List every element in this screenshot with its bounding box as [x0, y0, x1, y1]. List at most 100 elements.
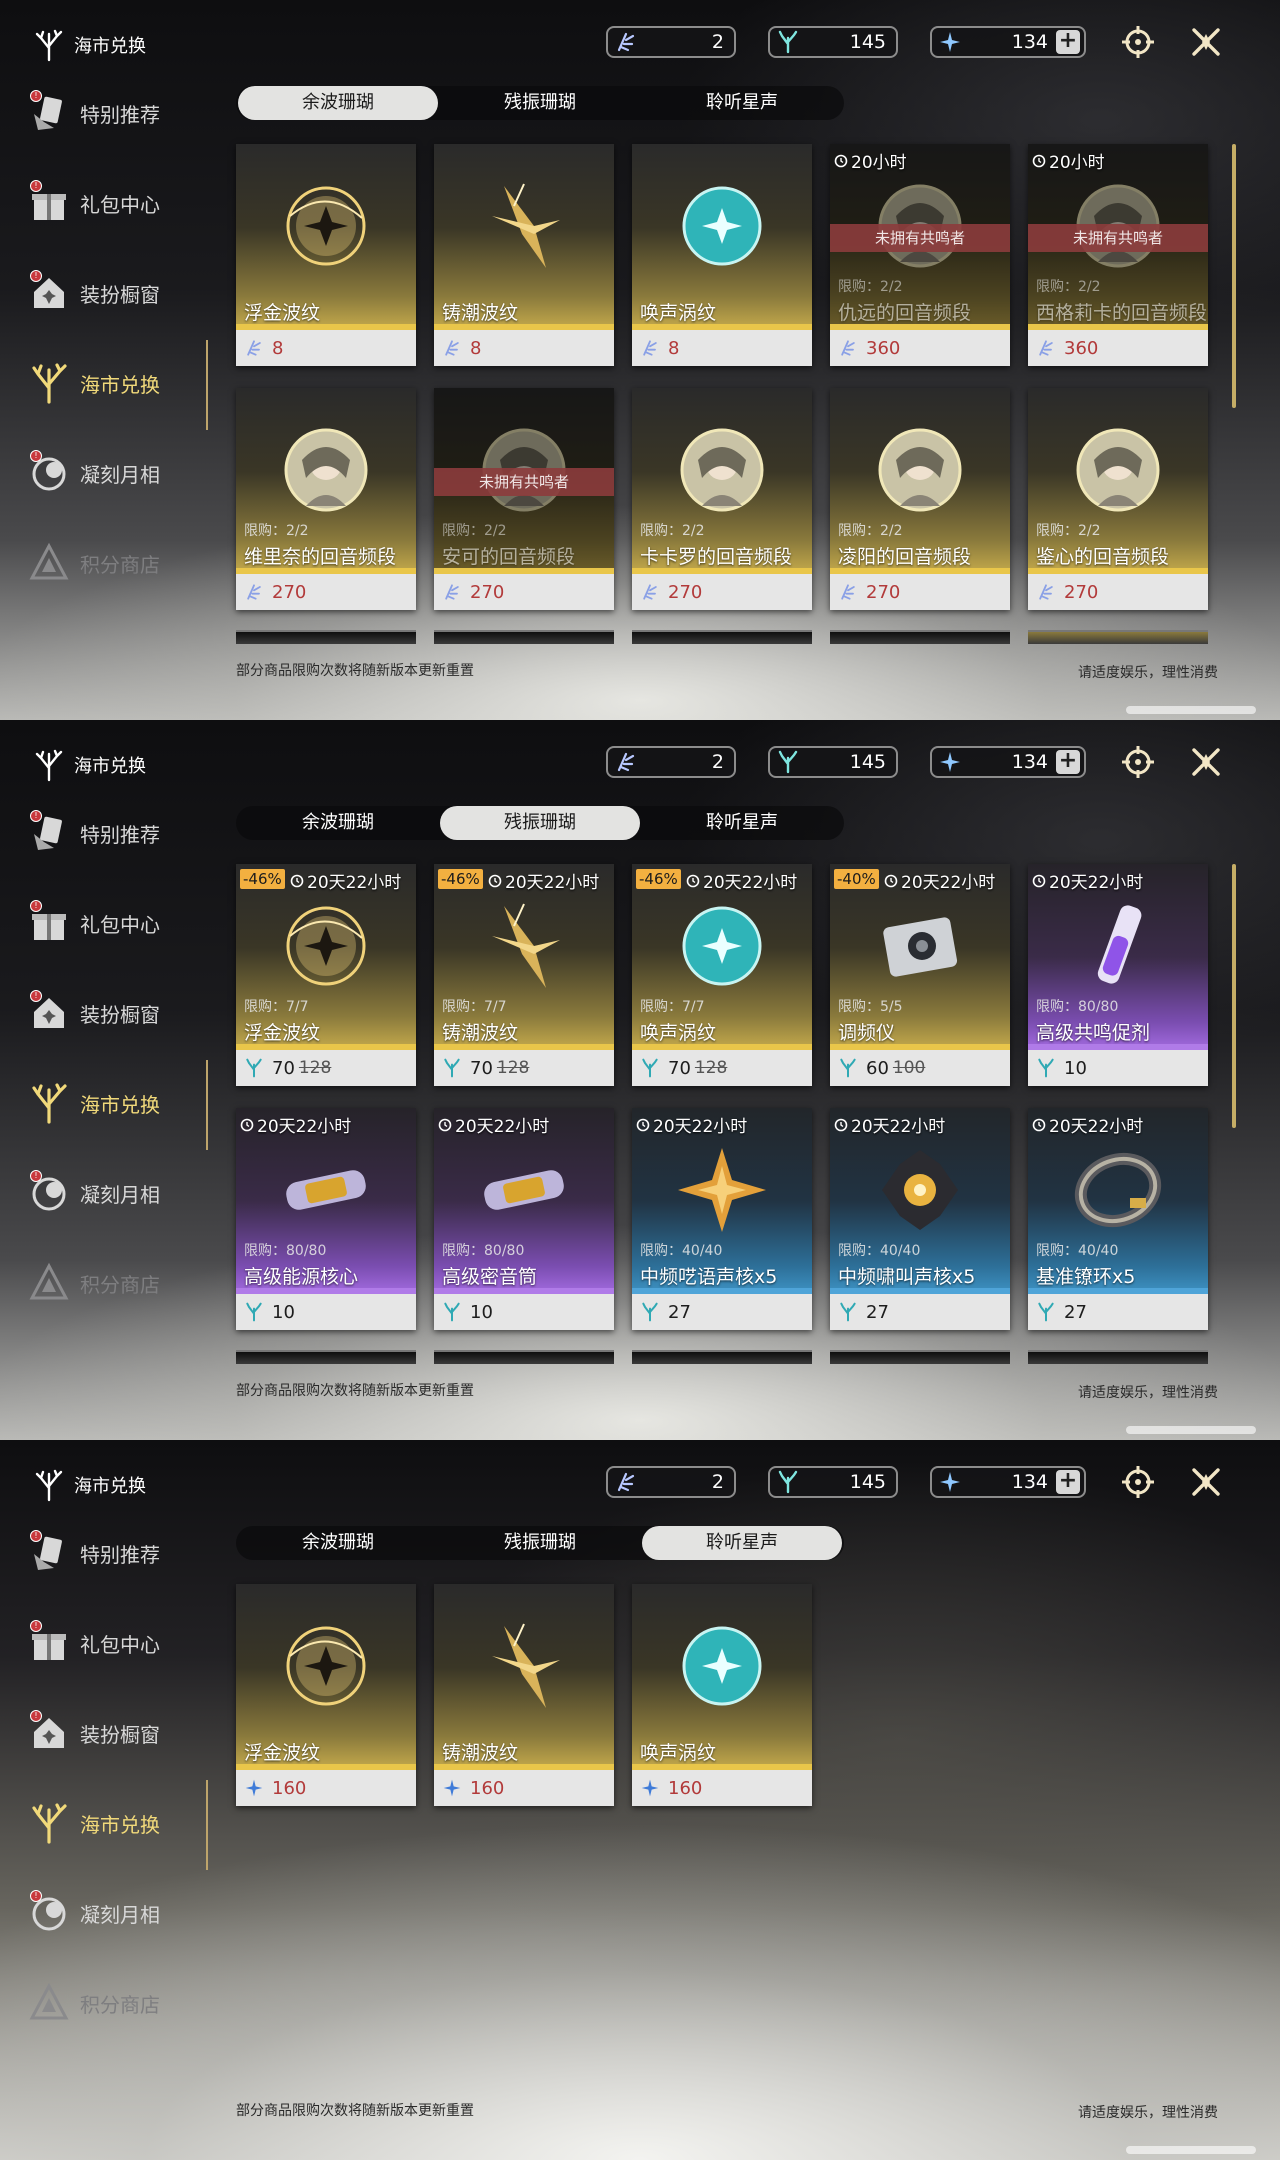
currency-star-coral[interactable]: 134 + [930, 746, 1086, 778]
shop-item-card[interactable]: -40% 20天22小时 限购：5/5 调频仪 60 100 [830, 864, 1010, 1086]
shop-item-card[interactable]: 限购：2/2 维里奈的回音频段 270 [236, 388, 416, 610]
item-price: 10 [1064, 1057, 1087, 1079]
item-name: 中频呓语声核x5 [640, 1266, 778, 1288]
shop-item-card[interactable]: 20天22小时 限购：40/40 基准镣环x5 27 [1028, 1108, 1208, 1330]
shop-item-card[interactable]: 铸潮波纹 8 [434, 144, 614, 366]
sidebar-item-5[interactable]: ! 凝刻月相 [28, 450, 160, 494]
sidebar-item-2[interactable]: ! 礼包中心 [28, 1620, 160, 1664]
tab-aftershock-coral[interactable]: 余波珊瑚 [238, 86, 438, 120]
sidebar-item-4[interactable]: 海市兑换 [28, 362, 160, 404]
sidebar-item-label: 凝刻月相 [80, 1902, 160, 1927]
currency-coral[interactable]: 145 [768, 26, 898, 58]
purchase-limit: 限购：2/2 [1036, 279, 1101, 295]
sidebar-item-6[interactable]: 积分商店 [28, 542, 160, 584]
sidebar-item-4[interactable]: 海市兑换 [28, 1802, 160, 1844]
shop-item-card[interactable]: 20天22小时 限购：80/80 高级共鸣促剂 10 [1028, 864, 1208, 1086]
purchase-limit: 限购：40/40 [1036, 1243, 1119, 1259]
shop-item-card[interactable]: 20天22小时 限购：40/40 中频呓语声核x5 27 [632, 1108, 812, 1330]
item-price: 270 [272, 581, 307, 603]
grid-scrollbar[interactable] [1232, 144, 1236, 408]
portrait-icon [276, 420, 376, 520]
item-name: 高级共鸣促剂 [1036, 1022, 1151, 1044]
tab-listening-starsound[interactable]: 聆听星声 [642, 86, 842, 120]
sidebar-item-3[interactable]: ! 装扮橱窗 [28, 1710, 160, 1754]
sidebar-item-3[interactable]: ! 装扮橱窗 [28, 270, 160, 314]
settings-compass-icon[interactable] [1120, 744, 1156, 780]
close-icon[interactable] [1188, 1464, 1224, 1500]
shop-item-card[interactable]: 唤声涡纹 8 [632, 144, 812, 366]
clock-icon [834, 1118, 848, 1131]
currency-star-coral[interactable]: 134 + [930, 1466, 1086, 1498]
next-row-card-edge [632, 1350, 812, 1364]
shop-item-card[interactable]: 铸潮波纹 160 [434, 1584, 614, 1806]
shop-item-card[interactable]: 20天22小时 限购：40/40 中频啸叫声核x5 27 [830, 1108, 1010, 1330]
shop-item-card[interactable]: -46% 20天22小时 限购：7/7 浮金波纹 70 128 [236, 864, 416, 1086]
currency-star-coral[interactable]: 134 + [930, 26, 1086, 58]
item-name: 唤声涡纹 [640, 1022, 717, 1044]
clock-icon [240, 1118, 254, 1131]
sidebar-item-1[interactable]: ! 特别推荐 [28, 90, 160, 134]
tab-resonant-coral[interactable]: 残振珊瑚 [440, 806, 640, 840]
shop-item-card[interactable]: 未拥有共鸣者 限购：2/2 安可的回音频段 270 [434, 388, 614, 610]
currency-shell-credit[interactable]: 2 [606, 746, 736, 778]
tab-bar: 余波珊瑚 残振珊瑚 聆听星声 [236, 806, 844, 840]
currency-coral[interactable]: 145 [768, 1466, 898, 1498]
purchase-limit: 限购：80/80 [244, 1243, 327, 1259]
purchase-limit: 限购：40/40 [838, 1243, 921, 1259]
shop-item-card[interactable]: 20小时 未拥有共鸣者 限购：2/2 仇远的回音频段 360 [830, 144, 1010, 366]
shop-item-card[interactable]: -46% 20天22小时 限购：7/7 唤声涡纹 70 128 [632, 864, 812, 1086]
coral-tree-icon [35, 749, 63, 782]
shop-item-card[interactable]: 20天22小时 限购：80/80 高级密音筒 10 [434, 1108, 614, 1330]
star-coral-icon [442, 1778, 462, 1798]
add-currency-button[interactable]: + [1056, 750, 1080, 774]
currency-shell-credit[interactable]: 2 [606, 26, 736, 58]
settings-compass-icon[interactable] [1120, 24, 1156, 60]
settings-compass-icon[interactable] [1120, 1464, 1156, 1500]
sidebar-item-5[interactable]: ! 凝刻月相 [28, 1890, 160, 1934]
item-name: 铸潮波纹 [442, 1022, 519, 1044]
tab-listening-starsound[interactable]: 聆听星声 [642, 806, 842, 840]
shop-item-card[interactable]: 唤声涡纹 160 [632, 1584, 812, 1806]
house-icon: ! [28, 990, 70, 1034]
shop-item-card[interactable]: 20小时 未拥有共鸣者 限购：2/2 西格莉卡的回音频段 360 [1028, 144, 1208, 366]
close-icon[interactable] [1188, 744, 1224, 780]
add-currency-button[interactable]: + [1056, 1470, 1080, 1494]
item-name: 鉴心的回音频段 [1036, 546, 1170, 568]
shop-item-card[interactable]: 限购：2/2 凌阳的回音频段 270 [830, 388, 1010, 610]
grid-scrollbar[interactable] [1232, 864, 1236, 1128]
shell-credit-icon [838, 582, 858, 602]
tab-resonant-coral[interactable]: 残振珊瑚 [440, 1526, 640, 1560]
shop-item-card[interactable]: 限购：2/2 卡卡罗的回音频段 270 [632, 388, 812, 610]
sidebar-item-6[interactable]: 积分商店 [28, 1982, 160, 2024]
price-row: 8 [244, 334, 283, 362]
app-title-text: 海市兑换 [74, 756, 146, 777]
tab-aftershock-coral[interactable]: 余波珊瑚 [238, 1526, 438, 1560]
shop-item-card[interactable]: 限购：2/2 鉴心的回音频段 270 [1028, 388, 1208, 610]
sidebar-item-1[interactable]: ! 特别推荐 [28, 1530, 160, 1574]
tab-resonant-coral[interactable]: 残振珊瑚 [440, 86, 640, 120]
sidebar-item-2[interactable]: ! 礼包中心 [28, 180, 160, 224]
shop-item-card[interactable]: 浮金波纹 8 [236, 144, 416, 366]
sidebar-item-2[interactable]: ! 礼包中心 [28, 900, 160, 944]
next-row-card-edge [1028, 1350, 1208, 1364]
shop-item-card[interactable]: 浮金波纹 160 [236, 1584, 416, 1806]
sidebar-item-6[interactable]: 积分商店 [28, 1262, 160, 1304]
tab-aftershock-coral[interactable]: 余波珊瑚 [238, 806, 438, 840]
add-currency-button[interactable]: + [1056, 30, 1080, 54]
currency-shell-credit[interactable]: 2 [606, 1466, 736, 1498]
item-name: 高级密音筒 [442, 1266, 538, 1288]
sidebar-item-1[interactable]: ! 特别推荐 [28, 810, 160, 854]
shop-item-card[interactable]: -46% 20天22小时 限购：7/7 铸潮波纹 70 128 [434, 864, 614, 1086]
sidebar-item-3[interactable]: ! 装扮橱窗 [28, 990, 160, 1034]
currency-coral[interactable]: 145 [768, 746, 898, 778]
notification-badge: ! [30, 1530, 42, 1542]
tab-listening-starsound[interactable]: 聆听星声 [642, 1526, 842, 1560]
sidebar-item-5[interactable]: ! 凝刻月相 [28, 1170, 160, 1214]
shell-credit-icon [640, 582, 660, 602]
price-row: 10 [442, 1298, 493, 1326]
shop-item-card[interactable]: 20天22小时 限购：80/80 高级能源核心 10 [236, 1108, 416, 1330]
clock-icon [290, 874, 304, 887]
close-icon[interactable] [1188, 24, 1224, 60]
next-row-card-edge [632, 630, 812, 644]
sidebar-item-4[interactable]: 海市兑换 [28, 1082, 160, 1124]
